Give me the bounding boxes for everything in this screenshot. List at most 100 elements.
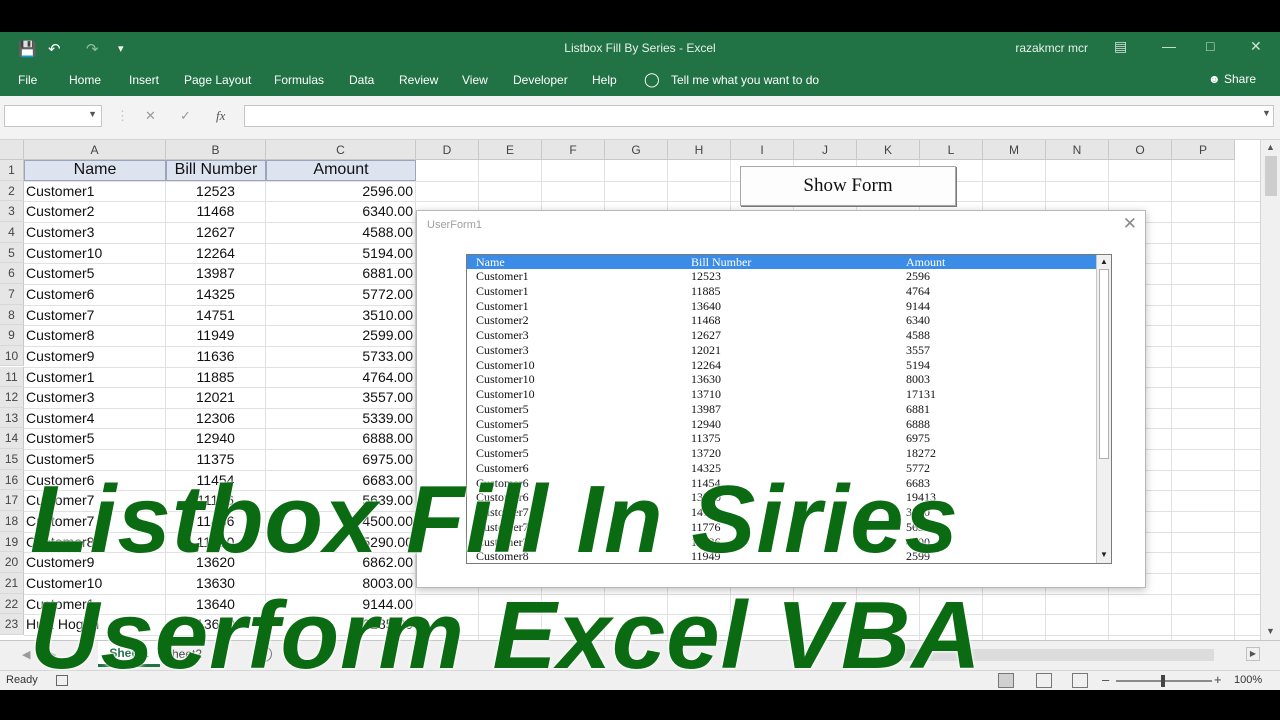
row-header-16[interactable]: 16	[0, 469, 24, 491]
user-name[interactable]: razakmcr mcr	[1015, 41, 1088, 55]
row-header-9[interactable]: 9	[0, 325, 24, 346]
row-header-10[interactable]: 10	[0, 345, 24, 367]
tab-help[interactable]: Help	[592, 73, 617, 87]
tab-view[interactable]: View	[462, 73, 488, 87]
cancel-icon[interactable]: ✕	[145, 108, 156, 124]
listbox-row[interactable]: Customer5 13987 6881	[467, 402, 1097, 417]
cell[interactable]: 2599.00	[268, 325, 413, 346]
scroll-up-icon[interactable]: ▲	[1100, 257, 1108, 266]
row-header-17[interactable]: 17	[0, 490, 24, 512]
cell[interactable]: 5194.00	[268, 243, 413, 264]
listbox-row[interactable]: Customer10 12264 5194	[467, 358, 1097, 373]
scroll-down-icon[interactable]: ▼	[1100, 550, 1108, 559]
column-header-m[interactable]: M	[983, 140, 1046, 160]
row-header-14[interactable]: 14	[0, 428, 24, 450]
cell[interactable]: 4588.00	[268, 222, 413, 243]
column-header-p[interactable]: P	[1172, 140, 1235, 160]
cell[interactable]: 12264	[168, 243, 263, 264]
row-header-1[interactable]: 1	[0, 160, 24, 181]
column-header-f[interactable]: F	[542, 140, 605, 160]
column-header-a[interactable]: A	[24, 140, 166, 160]
row-header-15[interactable]: 15	[0, 449, 24, 470]
cell[interactable]: 12940	[168, 428, 263, 449]
name-box[interactable]: ▼	[4, 105, 102, 127]
tab-developer[interactable]: Developer	[513, 73, 568, 87]
listbox-scrollbar[interactable]: ▲ ▼	[1096, 255, 1111, 563]
row-header-23[interactable]: 23	[0, 614, 24, 635]
tell-me-search[interactable]: Tell me what you want to do	[671, 73, 819, 87]
formula-input[interactable]	[244, 105, 1274, 127]
listbox-row[interactable]: Customer5 11375 6975	[467, 431, 1097, 446]
cell[interactable]: Customer5	[26, 263, 163, 284]
column-header-j[interactable]: J	[794, 140, 857, 160]
function-icon[interactable]: fx	[216, 108, 225, 124]
column-header-g[interactable]: G	[605, 140, 668, 160]
listbox-scroll-thumb[interactable]	[1099, 269, 1109, 459]
listbox-row[interactable]: Customer5 12940 6888	[467, 417, 1097, 432]
cell[interactable]: 12627	[168, 222, 263, 243]
listbox-row[interactable]: Customer1 11885 4764	[467, 284, 1097, 299]
row-header-3[interactable]: 3	[0, 201, 24, 222]
enter-icon[interactable]: ✓	[180, 108, 191, 124]
page-layout-view-icon[interactable]	[1036, 673, 1052, 688]
chevron-down-icon[interactable]: ▼	[88, 109, 97, 119]
scroll-thumb[interactable]	[1265, 156, 1277, 196]
cell[interactable]: 2596.00	[268, 181, 413, 202]
cell[interactable]: Customer4	[26, 408, 163, 429]
normal-view-icon[interactable]	[998, 673, 1014, 688]
select-all-corner[interactable]	[0, 140, 24, 160]
cell[interactable]: 3557.00	[268, 387, 413, 408]
cell[interactable]: 3510.00	[268, 305, 413, 326]
cell[interactable]: 5339.00	[268, 408, 413, 429]
row-header-4[interactable]: 4	[0, 221, 24, 243]
row-header-12[interactable]: 12	[0, 387, 24, 408]
row-header-8[interactable]: 8	[0, 304, 24, 326]
cell[interactable]: 6881.00	[268, 263, 413, 284]
row-header-2[interactable]: 2	[0, 180, 24, 202]
row-header-20[interactable]: 20	[0, 552, 24, 573]
listbox-row[interactable]: Customer3 12627 4588	[467, 328, 1097, 343]
row-header-22[interactable]: 22	[0, 593, 24, 615]
cell[interactable]: Customer10	[26, 243, 163, 264]
row-header-19[interactable]: 19	[0, 531, 24, 553]
row-header-5[interactable]: 5	[0, 242, 24, 264]
header-cell-name[interactable]: Name	[24, 160, 166, 181]
cell[interactable]: Customer6	[26, 284, 163, 305]
column-header-o[interactable]: O	[1109, 140, 1172, 160]
cell[interactable]: 6888.00	[268, 428, 413, 449]
listbox-row[interactable]: Customer1 12523 2596	[467, 269, 1097, 284]
row-header-18[interactable]: 18	[0, 511, 24, 532]
row-header-6[interactable]: 6	[0, 263, 24, 284]
cell[interactable]: 11636	[168, 346, 263, 367]
zoom-out-icon[interactable]: –	[1102, 672, 1109, 687]
expand-formula-icon[interactable]: ▼	[1262, 108, 1271, 118]
tab-file[interactable]: File	[18, 73, 37, 87]
listbox-row[interactable]: Customer5 13720 18272	[467, 446, 1097, 461]
tab-formulas[interactable]: Formulas	[274, 73, 324, 87]
cell[interactable]: 11949	[168, 325, 263, 346]
cell[interactable]: 11885	[168, 367, 263, 388]
column-header-k[interactable]: K	[857, 140, 920, 160]
header-cell-bill-number[interactable]: Bill Number	[166, 160, 266, 181]
cell[interactable]: 12021	[168, 387, 263, 408]
ribbon-display-icon[interactable]: ▤	[1114, 38, 1127, 55]
tab-review[interactable]: Review	[399, 73, 438, 87]
listbox-row[interactable]: Customer1 13640 9144	[467, 299, 1097, 314]
scroll-up-icon[interactable]: ▲	[1266, 142, 1275, 152]
close-icon[interactable]: ✕	[1250, 38, 1262, 55]
row-header-21[interactable]: 21	[0, 573, 24, 594]
share-button[interactable]: ☻ Share	[1208, 72, 1256, 86]
column-header-c[interactable]: C	[266, 140, 416, 160]
cell[interactable]: 5733.00	[268, 346, 413, 367]
row-header-11[interactable]: 11	[0, 366, 24, 388]
cell[interactable]: 5772.00	[268, 284, 413, 305]
cell[interactable]: Customer2	[26, 201, 163, 222]
column-header-i[interactable]: I	[731, 140, 794, 160]
cell[interactable]: Customer7	[26, 305, 163, 326]
minimize-icon[interactable]: —	[1162, 38, 1176, 54]
zoom-slider-thumb[interactable]	[1161, 675, 1165, 687]
listbox-row[interactable]: Customer2 11468 6340	[467, 313, 1097, 328]
column-header-d[interactable]: D	[416, 140, 479, 160]
row-header-13[interactable]: 13	[0, 407, 24, 429]
tab-insert[interactable]: Insert	[129, 73, 159, 87]
